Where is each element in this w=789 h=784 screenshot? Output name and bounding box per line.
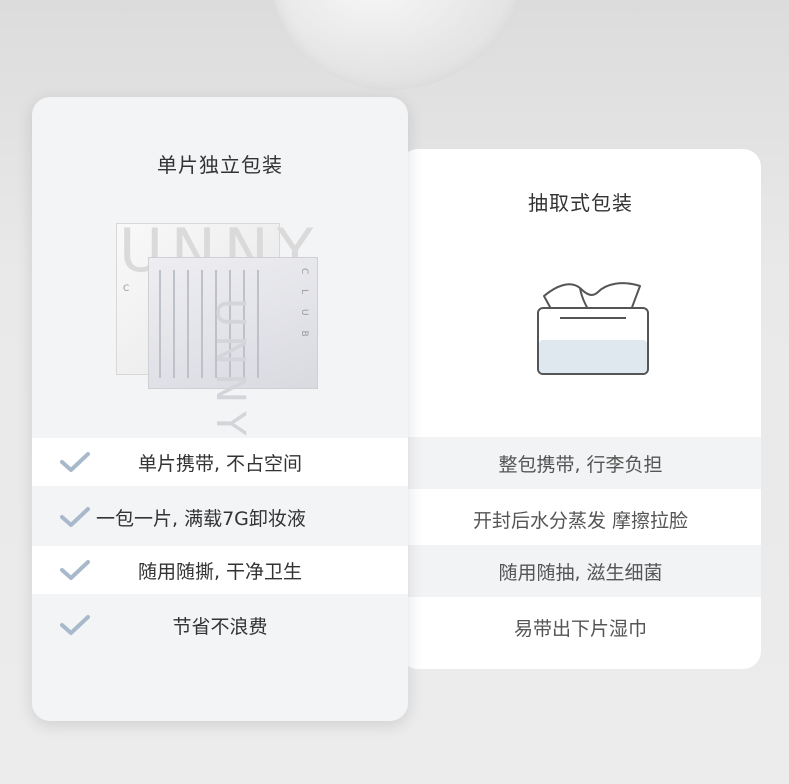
package-image: UNNY C UNNY C L U B — [116, 216, 318, 444]
pullout-row-text: 整包携带, 行李负担 — [498, 453, 663, 476]
benefit-row-3: 随用随撕, 干净卫生 — [32, 546, 408, 594]
pullout-row-1: 整包携带, 行李负担 — [400, 437, 761, 489]
benefit-row-text: 单片携带, 不占空间 — [137, 452, 303, 475]
pullout-row-2: 开封后水分蒸发 摩擦拉脸 — [400, 493, 761, 545]
pullout-row-text: 随用随抽, 滋生细菌 — [498, 561, 663, 584]
benefit-row-text: 随用随撕, 干净卫生 — [137, 560, 303, 583]
benefit-row-1: 单片携带, 不占空间 — [32, 438, 408, 486]
benefit-row-4: 节省不浪费 — [32, 601, 408, 649]
pullout-row-4: 易带出下片湿巾 — [400, 601, 761, 653]
pullout-row-3: 随用随抽, 滋生细菌 — [400, 545, 761, 597]
background-shape — [270, 0, 530, 90]
brand-logo-small: C L U B — [299, 268, 309, 343]
individual-card-title: 单片独立包装 — [157, 153, 283, 177]
tissue-box-icon — [536, 266, 650, 376]
benefit-row-text: 一包一片, 满载7G卸妆液 — [96, 507, 306, 530]
pullout-card-title: 抽取式包装 — [528, 191, 633, 215]
pullout-row-text: 易带出下片湿巾 — [513, 617, 647, 640]
benefit-row-text: 节省不浪费 — [172, 615, 268, 638]
pullout-package-card: 抽取式包装 整包携带, 行李负担 开封后水分蒸发 摩擦拉脸 随用随抽, 滋生细菌… — [400, 149, 761, 669]
pullout-row-text: 开封后水分蒸发 摩擦拉脸 — [472, 509, 689, 532]
sachet-stack: UNNY C L U B — [148, 257, 318, 444]
check-icon — [60, 507, 90, 527]
individual-package-card: 单片独立包装 UNNY C UNNY C L U B 单片携带, 不占空间 一包… — [32, 97, 408, 721]
brand-logo-sachet: UNNY — [207, 298, 253, 444]
benefit-row-2: 一包一片, 满载7G卸妆液 — [32, 493, 408, 541]
